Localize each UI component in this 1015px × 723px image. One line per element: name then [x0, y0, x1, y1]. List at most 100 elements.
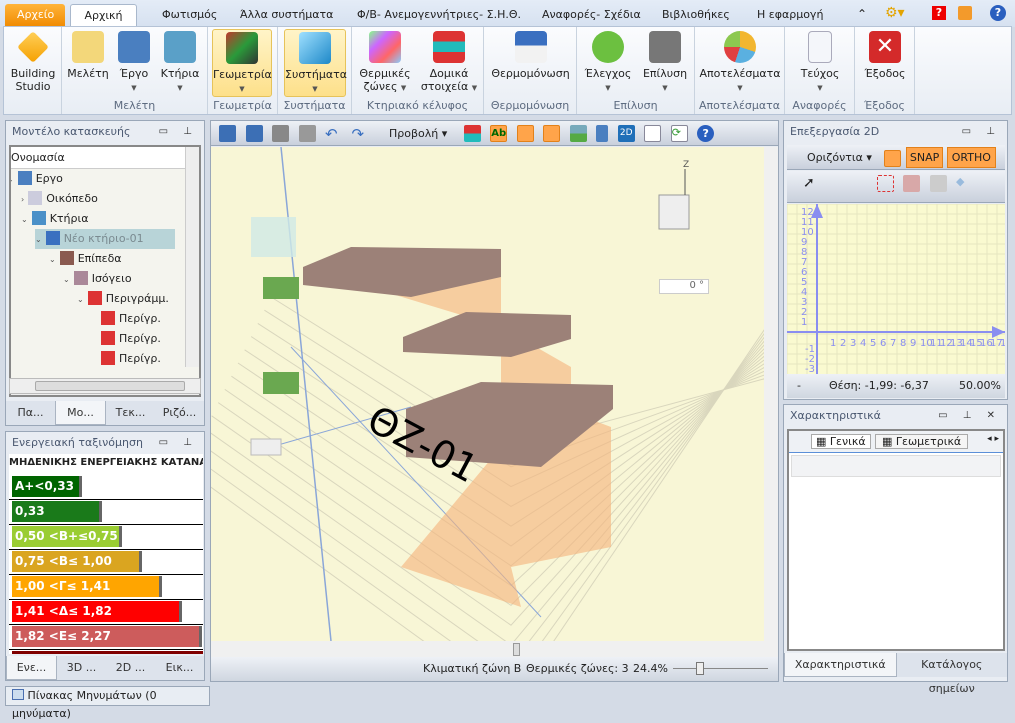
solve-button[interactable]: Επίλυση ▼: [639, 29, 691, 97]
pointer-icon[interactable]: ➚: [803, 175, 820, 192]
building-elements-button[interactable]: Δομικά στοιχεία ▼: [418, 29, 480, 97]
exit-button[interactable]: ✕ Έξοδος: [859, 29, 911, 97]
panel-tab[interactable]: 2D ...: [106, 656, 155, 680]
buildings-button[interactable]: Κτήρια ▼: [158, 29, 202, 97]
slab-icon[interactable]: [929, 175, 947, 192]
save-icon[interactable]: [219, 125, 236, 142]
building-studio-button[interactable]: Building Studio: [8, 29, 58, 97]
tree-item[interactable]: ⌄ Περιγράμμ.: [77, 289, 169, 309]
checklist-icon[interactable]: [644, 125, 662, 142]
save-as-icon[interactable]: [245, 125, 263, 142]
grid-toggle-icon[interactable]: [884, 149, 902, 167]
canvas-2d[interactable]: 1234567891011121 2 3 4 5 6 7 8 9 1011121314151617…: [787, 204, 1005, 374]
tab-libraries[interactable]: Βιβλιοθήκες: [650, 4, 742, 27]
tree-item[interactable]: ⌄ Επίπεδα: [49, 249, 122, 269]
panel-close-icon[interactable]: ▭ ⊥ ✕: [938, 405, 1001, 427]
chevron-icon[interactable]: ⌄: [63, 275, 70, 284]
panel-tab[interactable]: Ριζό...: [155, 401, 204, 425]
tree-item[interactable]: Περίγρ.: [91, 309, 161, 329]
help-icon[interactable]: ?: [697, 125, 715, 142]
systems-button[interactable]: Συστήματα ▼: [284, 29, 347, 97]
horizontal-scrollbar[interactable]: [211, 641, 778, 657]
minimize-ribbon-icon[interactable]: ⌃: [857, 7, 867, 21]
help-icon[interactable]: ?: [990, 5, 1006, 21]
unit-object[interactable]: [263, 277, 299, 299]
panel-pin-icon[interactable]: ▭ ⊥: [159, 121, 198, 143]
wall-icon[interactable]: [903, 175, 920, 192]
insulation-button[interactable]: Θερμομόνωση: [488, 29, 573, 97]
geometry-button[interactable]: Γεωμετρία ▼: [212, 29, 272, 97]
grid-toggle-icon[interactable]: [543, 125, 561, 142]
refresh-icon[interactable]: ⟳: [670, 125, 688, 142]
results-button[interactable]: Αποτελέσματα ▼: [697, 29, 783, 97]
panel-tab[interactable]: Εικ...: [155, 656, 204, 680]
tab-properties[interactable]: Χαρακτηριστικά: [784, 653, 897, 677]
gear-icon[interactable]: ⚙▾: [885, 5, 905, 21]
surface-icon[interactable]: ◆: [956, 175, 973, 192]
building-icon[interactable]: [596, 125, 609, 142]
view-2d-icon[interactable]: 2D: [617, 125, 635, 142]
column-header[interactable]: Ονομασία: [11, 147, 199, 169]
booklet-button[interactable]: Τεύχος ▼: [789, 29, 851, 97]
redo-icon[interactable]: ↷: [352, 125, 369, 143]
chevron-icon[interactable]: ⌄: [35, 235, 42, 244]
study-button[interactable]: Μελέτη: [66, 29, 110, 97]
scene-3d[interactable]: ΘΖ-01 Z: [211, 147, 778, 641]
unit-object[interactable]: [250, 438, 282, 456]
thermal-zones-button[interactable]: Θερμικές ζώνες ▼: [356, 29, 414, 97]
tab-other-systems[interactable]: Άλλα συστήματα: [228, 4, 345, 27]
tree-item[interactable]: ⌄ Νέο κτήριο-01: [35, 229, 175, 249]
tree-item[interactable]: ⌄ Κτήρια: [21, 209, 88, 229]
rss-icon[interactable]: [958, 6, 972, 20]
snap-toggle[interactable]: SNAP: [905, 147, 944, 168]
angle-input[interactable]: 0 °: [659, 279, 709, 294]
tab-reports[interactable]: Αναφορές- Σχέδια: [530, 4, 653, 27]
cube-object[interactable]: [251, 217, 296, 257]
project-button[interactable]: Έργο ▼: [114, 29, 154, 97]
chevron-icon[interactable]: ›: [21, 195, 24, 204]
tab-geometric[interactable]: ▦ Γεωμετρικά: [875, 434, 969, 449]
panel-pin-icon[interactable]: ▭ ⊥: [962, 121, 1001, 143]
tree-item[interactable]: Περίγρ.: [91, 349, 161, 369]
tab-file[interactable]: Αρχείο: [5, 4, 65, 27]
chevron-icon[interactable]: ⌄: [77, 295, 84, 304]
tab-points-list[interactable]: Κατάλογος σημείων: [897, 653, 1008, 695]
camera-icon[interactable]: [272, 125, 289, 142]
chevron-icon[interactable]: ⌄: [11, 175, 14, 184]
landscape-icon[interactable]: [569, 125, 587, 142]
ortho-toggle[interactable]: ORTHO: [946, 147, 996, 168]
labels-toggle-icon[interactable]: Ab: [490, 125, 508, 142]
panel-tab[interactable]: Μο...: [55, 401, 106, 425]
panel-tab[interactable]: Τεκ...: [106, 401, 155, 425]
plane-dropdown[interactable]: Οριζόντια ▾: [807, 151, 872, 164]
element-toggle-icon[interactable]: [516, 125, 534, 142]
panel-tab[interactable]: Ενε...: [6, 656, 57, 680]
undo-icon[interactable]: ↶: [325, 125, 342, 143]
chevron-icon[interactable]: ⌄: [21, 215, 28, 224]
print-icon[interactable]: [298, 125, 316, 142]
panel-tab[interactable]: 3D ...: [57, 656, 106, 680]
unit-object[interactable]: [263, 372, 299, 394]
help-question-icon[interactable]: ?: [932, 6, 946, 20]
panel-pin-icon[interactable]: ▭ ⊥: [159, 432, 198, 454]
polygon-icon[interactable]: [876, 175, 894, 192]
tree-vertical-scrollbar[interactable]: [185, 147, 199, 367]
tab-home[interactable]: Αρχική: [70, 4, 137, 27]
tab-application[interactable]: Η εφαρμογή: [745, 4, 835, 27]
tree-item[interactable]: › Οικόπεδο: [21, 189, 98, 209]
tree-item[interactable]: ⌄ Ισόγειο: [63, 269, 132, 289]
tab-pv-wind[interactable]: Φ/Β- Ανεμογεννήτριες- Σ.Η.Θ.: [345, 4, 533, 27]
tab-scroll-arrows[interactable]: ◂ ▸: [987, 434, 999, 444]
tab-lighting[interactable]: Φωτισμός: [150, 4, 229, 27]
messages-tab[interactable]: Πίνακας Μηνυμάτων (0 μηνύματα): [5, 686, 210, 720]
vertical-scrollbar[interactable]: [764, 147, 778, 641]
tab-general[interactable]: ▦ Γενικά: [811, 434, 871, 449]
check-button[interactable]: Έλεγχος ▼: [581, 29, 635, 97]
layers-icon[interactable]: [463, 125, 481, 142]
panel-horizontal-scrollbar[interactable]: [9, 378, 201, 394]
zoom-slider[interactable]: [673, 662, 768, 675]
chevron-icon[interactable]: ⌄: [49, 255, 56, 264]
tree-item[interactable]: Περίγρ.: [91, 329, 161, 349]
tree-item[interactable]: ⌄Εργο: [11, 169, 63, 189]
panel-tab[interactable]: Πα...: [6, 401, 55, 425]
